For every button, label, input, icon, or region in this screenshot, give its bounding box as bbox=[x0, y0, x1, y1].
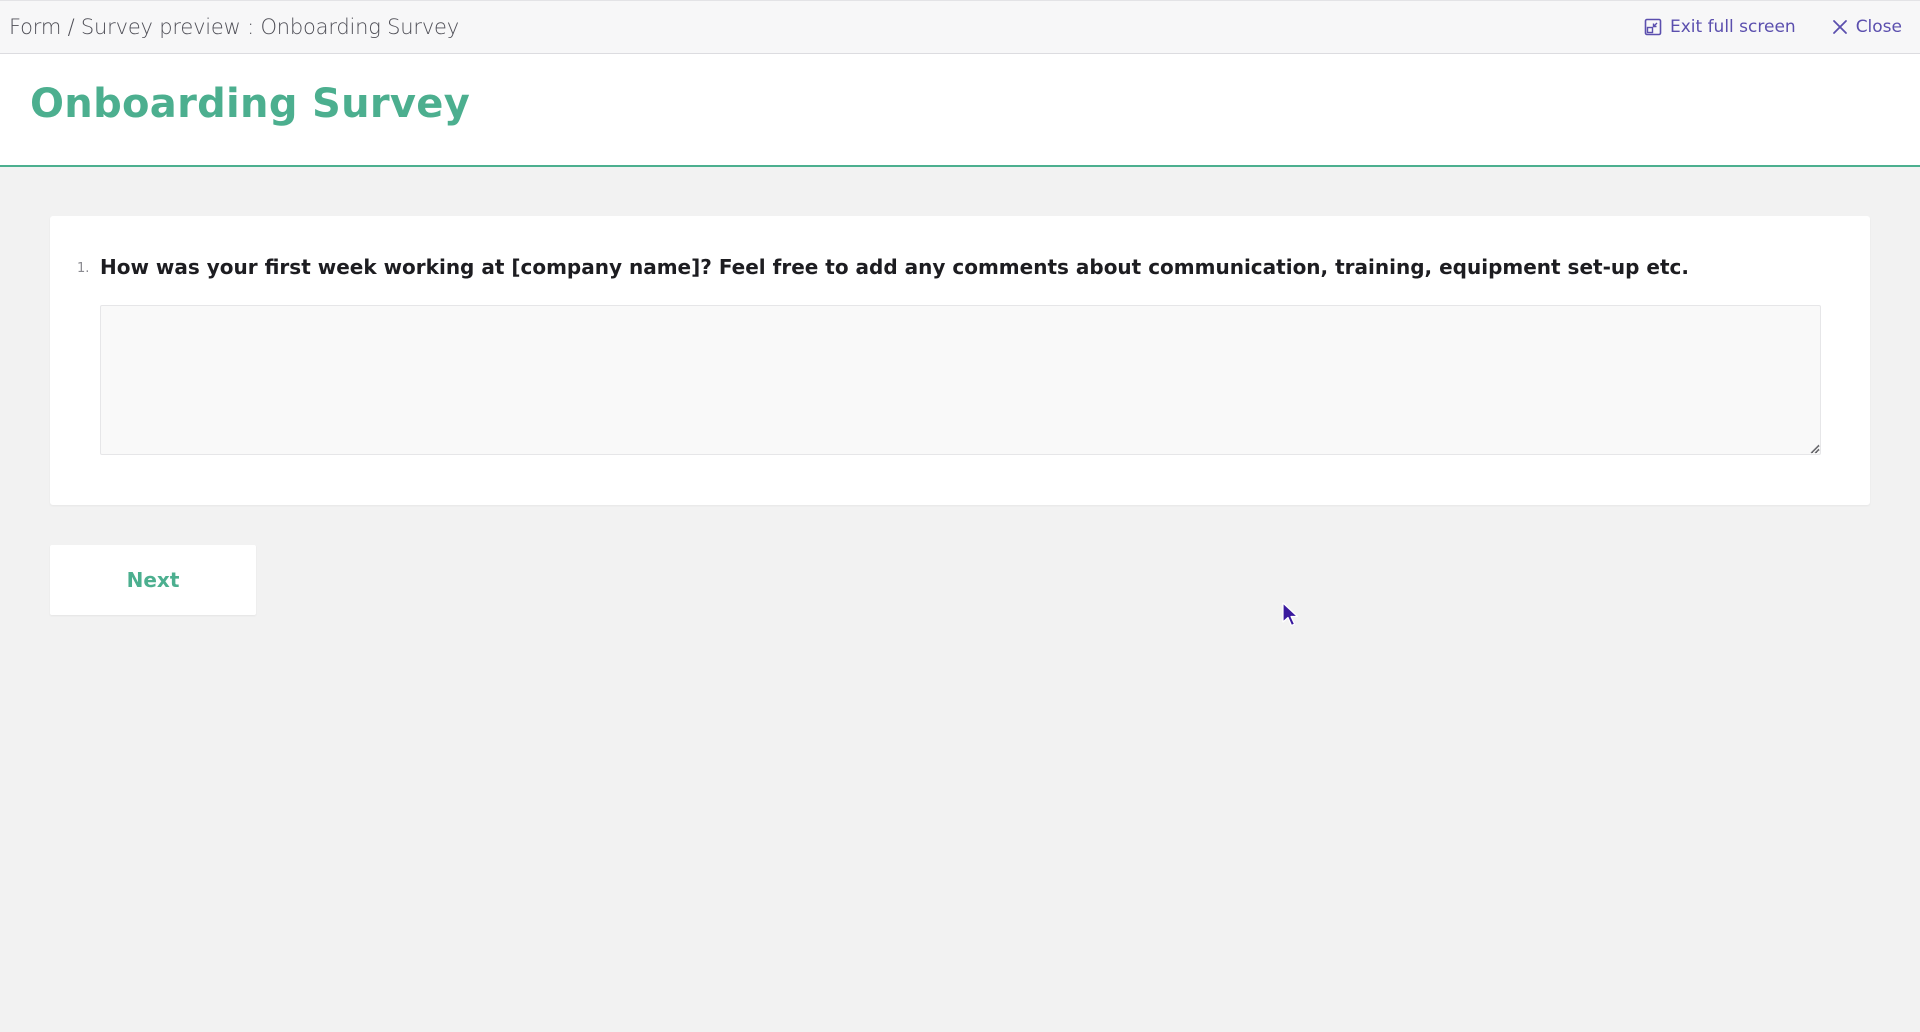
survey-title: Onboarding Survey bbox=[30, 81, 471, 127]
next-button[interactable]: Next bbox=[50, 545, 256, 615]
mouse-pointer-icon bbox=[1282, 602, 1299, 627]
question-number: 1. bbox=[77, 261, 90, 276]
answer-textarea[interactable] bbox=[100, 305, 1821, 455]
breadcrumb: Form / Survey preview : Onboarding Surve… bbox=[9, 15, 460, 39]
question-card: 1. How was your first week working at [c… bbox=[50, 216, 1870, 505]
close-button[interactable]: Close bbox=[1832, 17, 1902, 37]
exit-fullscreen-label: Exit full screen bbox=[1669, 17, 1796, 37]
close-label: Close bbox=[1855, 17, 1902, 37]
question-text: How was your first week working at [comp… bbox=[100, 255, 1689, 279]
topbar-actions: Exit full screen Close bbox=[1644, 17, 1910, 37]
exit-fullscreen-button[interactable]: Exit full screen bbox=[1644, 17, 1796, 37]
exit-fullscreen-icon bbox=[1644, 18, 1662, 36]
resize-grip-icon[interactable] bbox=[1808, 442, 1820, 454]
top-bar: Form / Survey preview : Onboarding Surve… bbox=[0, 0, 1920, 54]
survey-header: Onboarding Survey bbox=[0, 54, 1920, 167]
close-icon bbox=[1832, 20, 1847, 34]
